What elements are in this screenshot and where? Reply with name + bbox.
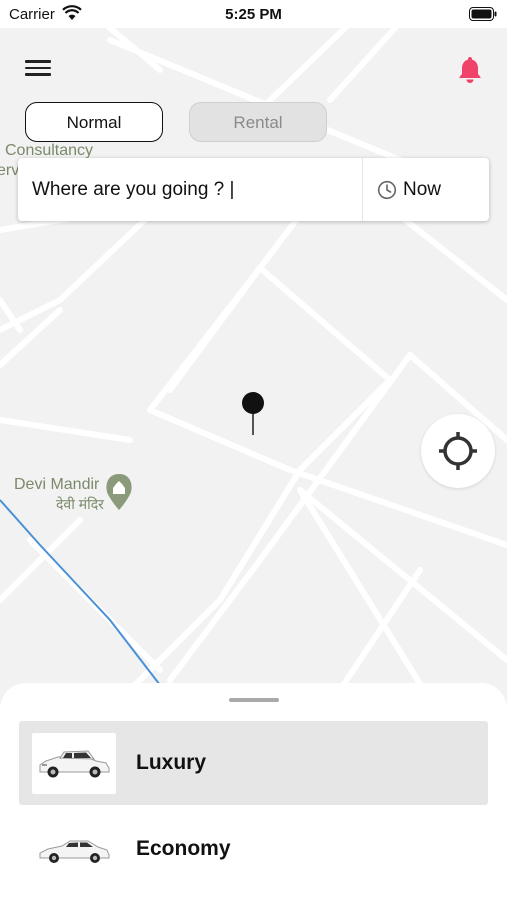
destination-search-input[interactable]: Where are you going ? | <box>18 158 362 221</box>
poi-label-partial: erv <box>0 162 20 179</box>
vehicle-option-luxury[interactable]: Luxury <box>19 721 488 805</box>
destination-search-box: Where are you going ? | Now <box>18 158 489 221</box>
map-pin-icon <box>241 391 265 442</box>
vehicle-selection-sheet: Luxury Economy <box>0 683 507 900</box>
tab-rental[interactable]: Rental <box>189 102 327 142</box>
vehicle-name-economy: Economy <box>136 837 231 860</box>
crosshair-icon <box>439 432 477 470</box>
suv-car-icon <box>32 733 116 794</box>
clock-time: 5:25 PM <box>225 6 282 23</box>
clock-icon <box>377 180 397 205</box>
vehicle-option-economy[interactable]: Economy <box>19 807 488 891</box>
locate-me-button[interactable] <box>421 414 495 488</box>
vehicle-name-luxury: Luxury <box>136 751 207 774</box>
sedan-car-icon <box>32 819 116 880</box>
poi-label-devi-mandir-hindi: देवी मंदिर <box>56 496 104 512</box>
sheet-drag-handle[interactable] <box>229 698 279 702</box>
battery-icon <box>469 7 497 26</box>
hamburger-menu-icon[interactable] <box>22 56 54 82</box>
status-bar: Carrier 5:25 PM <box>0 0 507 28</box>
bell-icon[interactable] <box>455 54 485 89</box>
pickup-time-button[interactable]: Now <box>363 158 489 221</box>
poi-label-devi-mandir: Devi Mandir <box>14 476 100 493</box>
pickup-time-label: Now <box>403 179 442 200</box>
tab-normal[interactable]: Normal <box>25 102 163 142</box>
